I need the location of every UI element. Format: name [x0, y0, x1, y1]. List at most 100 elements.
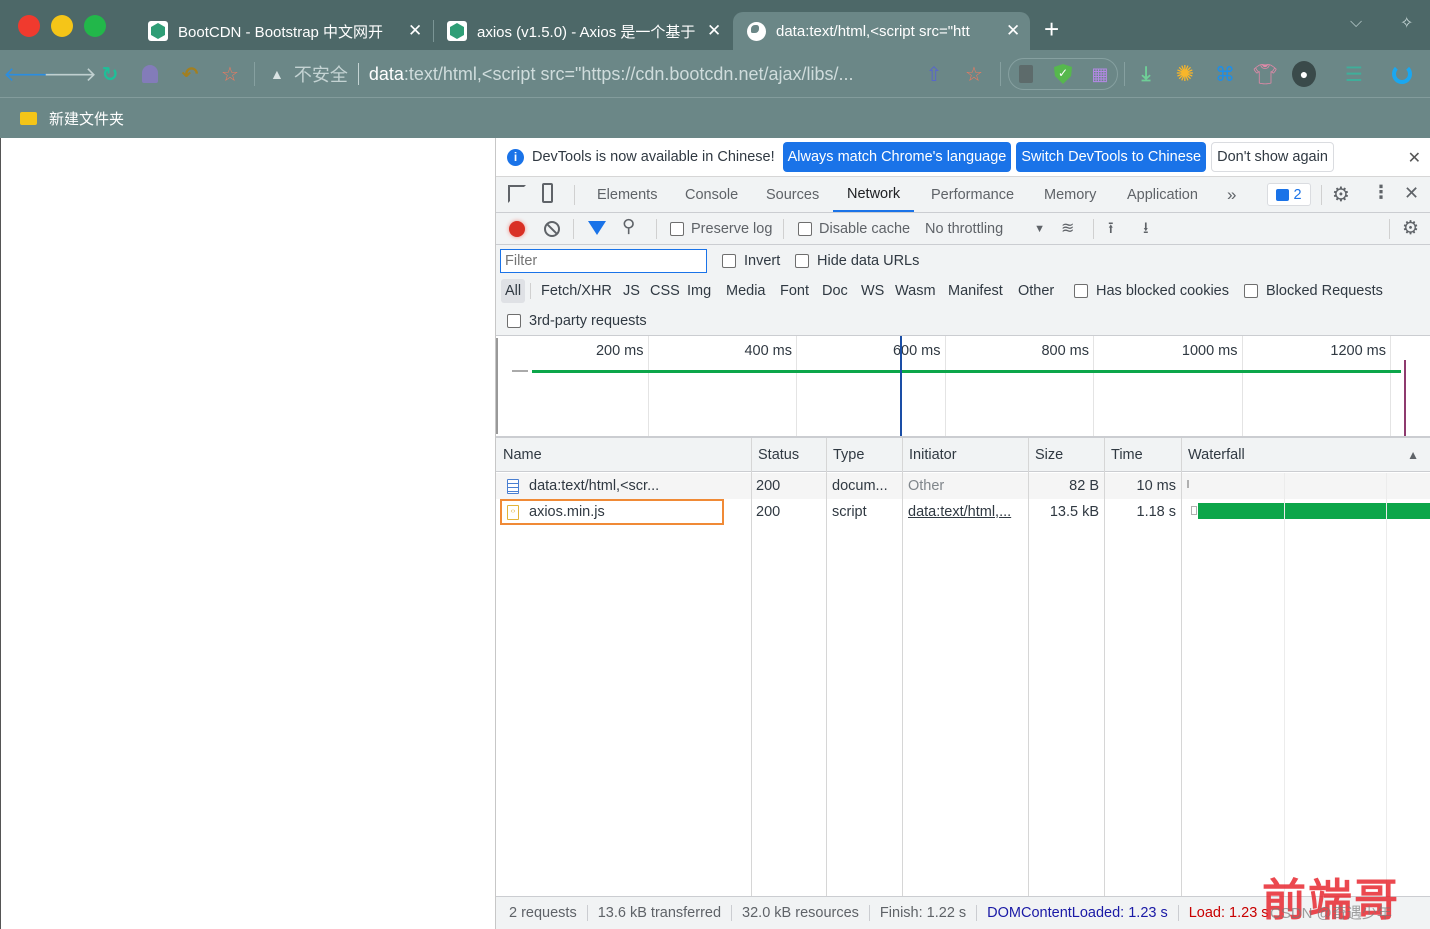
switch-to-chinese-button[interactable]: Switch DevTools to Chinese: [1016, 142, 1207, 172]
address-bar[interactable]: ▲ 不安全 data:text/html,<script src="https:…: [270, 58, 854, 90]
column-header-type[interactable]: Type: [826, 438, 902, 472]
reload-icon[interactable]: ↻: [98, 62, 122, 86]
profile-avatar-icon[interactable]: ●: [1292, 61, 1316, 87]
filter-type-ws[interactable]: WS: [861, 279, 884, 303]
undo-icon[interactable]: ↶: [178, 62, 202, 86]
download-icon[interactable]: ⤓: [1134, 62, 1158, 86]
third-party-requests-checkbox[interactable]: 3rd-party requests: [507, 309, 647, 333]
hide-data-urls-checkbox[interactable]: Hide data URLs: [795, 249, 919, 273]
filter-type-font[interactable]: Font: [780, 279, 809, 303]
bookmark-page-star-icon[interactable]: ☆: [962, 62, 986, 86]
more-tabs-chevron-icon[interactable]: »: [1227, 177, 1236, 212]
clear-icon[interactable]: [544, 221, 560, 237]
filter-input[interactable]: [500, 249, 707, 273]
pin-icon[interactable]: ✧: [1400, 13, 1413, 33]
tab-application[interactable]: Application: [1127, 177, 1198, 212]
settings-gear-icon[interactable]: ⚙: [1332, 182, 1350, 207]
dont-show-again-button[interactable]: Don't show again: [1211, 142, 1334, 172]
menu-lines-icon[interactable]: ☰: [1342, 62, 1366, 86]
filter-type-media[interactable]: Media: [726, 279, 766, 303]
home-icon[interactable]: [138, 62, 162, 86]
tab-search-chevron-icon[interactable]: ⌵: [1350, 14, 1362, 32]
bookmark-star-icon[interactable]: ☆: [218, 62, 242, 86]
overview-tick-label: 1200 ms: [1330, 343, 1386, 359]
network-conditions-icon[interactable]: ≋: [1061, 218, 1074, 238]
clipboard-extension-icon[interactable]: [1014, 62, 1038, 86]
filter-type-wasm[interactable]: Wasm: [895, 279, 936, 303]
import-har-icon[interactable]: ⭱: [1108, 217, 1114, 244]
back-arrow-icon[interactable]: 🡐: [3, 62, 57, 86]
network-overview[interactable]: 200 ms 400 ms 600 ms 800 ms 1000 ms 1200 ms: [496, 336, 1430, 438]
disable-cache-checkbox[interactable]: Disable cache: [798, 213, 910, 244]
blocked-requests-checkbox[interactable]: Blocked Requests: [1244, 279, 1383, 303]
filter-type-fetch-xhr[interactable]: Fetch/XHR: [541, 279, 612, 303]
filter-type-other[interactable]: Other: [1018, 279, 1054, 303]
checkbox[interactable]: [1074, 284, 1088, 298]
filter-type-all[interactable]: All: [501, 279, 526, 303]
tab-elements[interactable]: Elements: [597, 177, 657, 212]
crossmark-extension-icon[interactable]: ⌘: [1213, 62, 1237, 86]
column-header-time[interactable]: Time: [1104, 438, 1181, 472]
table-row[interactable]: data:text/html,<scr... 200 docum... Othe…: [496, 473, 1430, 499]
shirt-extension-icon[interactable]: 👕︎: [1252, 62, 1277, 86]
maximize-window-button[interactable]: [84, 15, 106, 37]
column-header-status[interactable]: Status: [751, 438, 826, 472]
checkbox[interactable]: [1244, 284, 1258, 298]
checkbox[interactable]: [670, 221, 684, 236]
bookmark-folder[interactable]: 新建文件夹: [20, 108, 124, 129]
sun-extension-icon[interactable]: ✺: [1173, 61, 1197, 86]
tab-performance[interactable]: Performance: [931, 177, 1014, 212]
filter-type-manifest[interactable]: Manifest: [948, 279, 1003, 303]
browser-tab-active[interactable]: data:text/html,<script src="htt ✕: [733, 12, 1030, 50]
sort-ascending-icon[interactable]: ▲: [1407, 448, 1419, 462]
preserve-log-checkbox[interactable]: Preserve log: [670, 213, 772, 244]
tab-network[interactable]: Network: [833, 177, 915, 212]
tab-memory[interactable]: Memory: [1044, 177, 1096, 212]
column-header-initiator[interactable]: Initiator: [902, 438, 1028, 472]
close-tab-icon[interactable]: ✕: [707, 21, 721, 41]
filter-type-img[interactable]: Img: [687, 279, 711, 303]
inspect-element-icon[interactable]: [508, 185, 526, 203]
column-header-size[interactable]: Size: [1028, 438, 1104, 472]
filter-type-css[interactable]: CSS: [650, 279, 680, 303]
new-tab-button[interactable]: +: [1044, 14, 1059, 44]
close-tab-icon[interactable]: ✕: [408, 21, 422, 41]
share-icon[interactable]: ⇧: [922, 62, 946, 86]
close-tab-icon[interactable]: ✕: [1006, 21, 1020, 41]
device-toolbar-icon[interactable]: [542, 183, 553, 203]
browser-tab-bootcdn[interactable]: BootCDN - Bootstrap 中文网开 ✕: [148, 12, 426, 50]
close-devtools-icon[interactable]: ✕: [1404, 183, 1419, 204]
power-extension-icon[interactable]: [1390, 62, 1414, 86]
checkbox[interactable]: [507, 314, 521, 328]
column-divider: [751, 438, 752, 896]
more-options-icon[interactable]: ⋮: [1372, 182, 1390, 203]
has-blocked-cookies-checkbox[interactable]: Has blocked cookies: [1074, 279, 1229, 303]
minimize-window-button[interactable]: [51, 15, 73, 37]
apps-grid-icon[interactable]: ▦: [1088, 62, 1112, 86]
adguard-shield-icon[interactable]: ✓: [1051, 62, 1075, 86]
request-initiator-link[interactable]: data:text/html,...: [908, 499, 1011, 525]
network-settings-gear-icon[interactable]: ⚙: [1402, 217, 1419, 240]
throttling-select[interactable]: No throttling ▼: [925, 213, 1045, 244]
column-header-name[interactable]: Name: [496, 438, 751, 472]
close-infobar-icon[interactable]: ✕: [1408, 148, 1421, 168]
export-har-icon[interactable]: ⭳: [1143, 217, 1149, 244]
record-button[interactable]: [509, 221, 525, 237]
close-window-button[interactable]: [18, 15, 40, 37]
filter-type-js[interactable]: JS: [623, 279, 640, 303]
tab-sources[interactable]: Sources: [766, 177, 819, 212]
invert-checkbox[interactable]: Invert: [722, 249, 780, 273]
browser-tab-axios[interactable]: axios (v1.5.0) - Axios 是一个基于 ✕: [447, 12, 722, 50]
table-row[interactable]: ‹› axios.min.js 200 script data:text/htm…: [496, 499, 1430, 525]
filter-funnel-icon[interactable]: [588, 221, 606, 235]
checkbox[interactable]: [795, 254, 809, 268]
issues-button[interactable]: 2: [1267, 183, 1311, 206]
search-icon[interactable]: ⚲: [622, 216, 635, 237]
tab-console[interactable]: Console: [685, 177, 738, 212]
checkbox[interactable]: [722, 254, 736, 268]
filter-type-doc[interactable]: Doc: [822, 279, 848, 303]
checkbox[interactable]: [798, 221, 812, 236]
forward-arrow-icon[interactable]: 🡒: [43, 62, 97, 86]
column-header-waterfall[interactable]: Waterfall ▲: [1181, 438, 1430, 472]
always-match-language-button[interactable]: Always match Chrome's language: [782, 142, 1012, 172]
